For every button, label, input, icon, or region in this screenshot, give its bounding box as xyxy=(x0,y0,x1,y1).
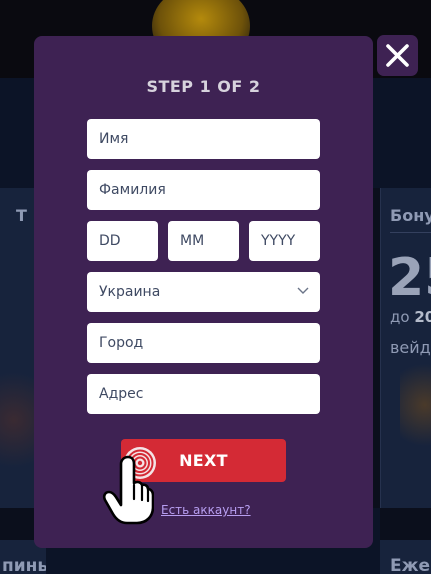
hand-pointer-icon xyxy=(102,455,154,525)
close-icon xyxy=(386,44,409,67)
next-button-label: NEXT xyxy=(179,451,228,470)
last-name-placeholder: Фамилия xyxy=(99,182,166,198)
background-left-card-title: Т xyxy=(16,206,27,225)
chevron-down-icon xyxy=(297,287,309,294)
background-left-bottom-text: пины xyxy=(2,556,46,574)
birth-year-placeholder: YYYY xyxy=(261,233,296,249)
birth-day-placeholder: DD xyxy=(99,233,121,249)
first-name-field[interactable]: Имя xyxy=(87,119,320,159)
birth-month-field[interactable]: MM xyxy=(168,221,239,261)
background-right-bottom-text: Ежен xyxy=(390,556,431,574)
birth-day-field[interactable]: DD xyxy=(87,221,158,261)
address-placeholder: Адрес xyxy=(99,386,144,402)
birth-year-field[interactable]: YYYY xyxy=(249,221,320,261)
first-name-placeholder: Имя xyxy=(99,131,129,147)
background-right-big-value: 25 xyxy=(388,248,431,308)
step-indicator: STEP 1 OF 2 xyxy=(146,77,261,96)
background-right-card-title: Бонус xyxy=(390,206,431,225)
background-right-column: Бонус 25 до 20 вейдж Ежен xyxy=(380,0,431,574)
address-field[interactable]: Адрес xyxy=(87,374,320,414)
close-button[interactable] xyxy=(377,35,418,76)
background-right-line2: вейдж xyxy=(390,338,431,357)
city-placeholder: Город xyxy=(99,335,144,351)
city-field[interactable]: Город xyxy=(87,323,320,363)
country-select[interactable]: Украина xyxy=(87,272,320,312)
login-link[interactable]: Есть аккаунт? xyxy=(161,503,251,517)
last-name-field[interactable]: Фамилия xyxy=(87,170,320,210)
background-right-line1: до 20 xyxy=(390,308,431,326)
birth-month-placeholder: MM xyxy=(180,233,205,249)
background-right-divider xyxy=(390,232,431,233)
background-right-line1-prefix: до xyxy=(390,308,410,326)
country-selected-value: Украина xyxy=(99,284,161,300)
background-right-line1-value: 20 xyxy=(414,308,431,326)
background-right-card-image xyxy=(400,360,431,450)
